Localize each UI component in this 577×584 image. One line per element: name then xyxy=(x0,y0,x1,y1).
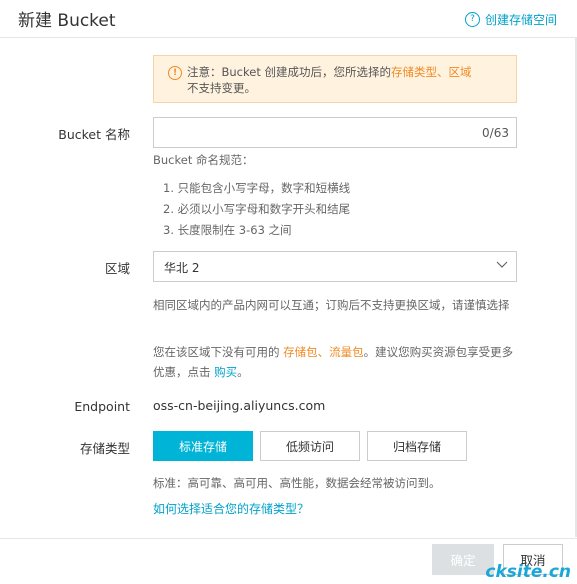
naming-rule-2: 2. 必须以小写字母和数字开头和结尾 xyxy=(163,202,351,216)
package-hint: 您在该区域下没有可用的 存储包、流量包。建议您购买资源包享受更多优惠，点击 购买… xyxy=(153,342,518,382)
watermark: cksite.cn xyxy=(485,562,571,582)
bucket-name-counter: 0/63 xyxy=(482,126,509,140)
notice-text: 注意：Bucket 创建成功后，您所选择的存储类型、区域 不支持变更。 xyxy=(187,64,507,96)
bucket-name-label: Bucket 名称 xyxy=(58,127,130,142)
notice-storage-type-link[interactable]: 存储类型 xyxy=(391,65,437,79)
notice-prefix: 注意：Bucket 创建成功后，您所选择的 xyxy=(187,65,391,79)
endpoint-label: Endpoint xyxy=(74,399,130,414)
warning-icon: ! xyxy=(168,66,182,80)
region-label: 区域 xyxy=(104,261,130,276)
endpoint-value: oss-cn-beijing.aliyuncs.com xyxy=(153,398,326,413)
package-hint-prefix: 您在该区域下没有可用的 xyxy=(153,345,280,359)
region-hint: 相同区域内的产品内网可以互通；订购后不支持更换区域，请谨慎选择 xyxy=(153,298,510,312)
dialog-title: 新建 Bucket xyxy=(18,11,116,31)
storage-package-link[interactable]: 存储包 xyxy=(283,345,318,359)
naming-rules-title: Bucket 命名规范： xyxy=(153,153,254,167)
region-select[interactable]: 华北 2 xyxy=(153,251,517,282)
package-separator: 、 xyxy=(317,345,330,359)
footer-divider xyxy=(0,538,577,539)
notice-suffix: 不支持变更。 xyxy=(187,81,256,95)
notice-box: ! 注意：Bucket 创建成功后，您所选择的存储类型、区域 不支持变更。 xyxy=(153,55,517,103)
create-bucket-dialog: 新建 Bucket ? 创建存储空间 ! 注意：Bucket 创建成功后，您所选… xyxy=(0,0,577,584)
buy-link[interactable]: 购买 xyxy=(214,365,237,379)
notice-region-link[interactable]: 区域 xyxy=(449,65,472,79)
naming-rule-1: 1. 只能包含小写字母，数字和短横线 xyxy=(163,181,351,195)
storage-type-infrequent[interactable]: 低频访问 xyxy=(260,431,360,461)
notice-separator: 、 xyxy=(437,65,449,79)
traffic-package-link[interactable]: 流量包 xyxy=(329,345,364,359)
bucket-name-input[interactable]: 0/63 xyxy=(153,117,517,148)
storage-type-desc: 标准：高可靠、高可用、高性能，数据会经常被访问到。 xyxy=(153,476,441,490)
storage-type-help-link[interactable]: 如何选择适合您的存储类型？ xyxy=(153,500,309,517)
package-hint-suffix: 。 xyxy=(237,365,249,379)
storage-type-label: 存储类型 xyxy=(79,441,130,456)
question-icon: ? xyxy=(464,12,480,27)
region-selected-value: 华北 2 xyxy=(164,261,200,275)
dialog-header: 新建 Bucket ? 创建存储空间 xyxy=(0,0,577,38)
help-link-label: 创建存储空间 xyxy=(484,13,557,27)
naming-rule-3: 3. 长度限制在 3-63 之间 xyxy=(163,223,292,237)
create-bucket-help-link[interactable]: ? 创建存储空间 xyxy=(464,11,557,28)
storage-type-standard[interactable]: 标准存储 xyxy=(153,431,253,461)
chevron-down-icon xyxy=(496,261,508,268)
storage-type-archive[interactable]: 归档存储 xyxy=(367,431,467,461)
